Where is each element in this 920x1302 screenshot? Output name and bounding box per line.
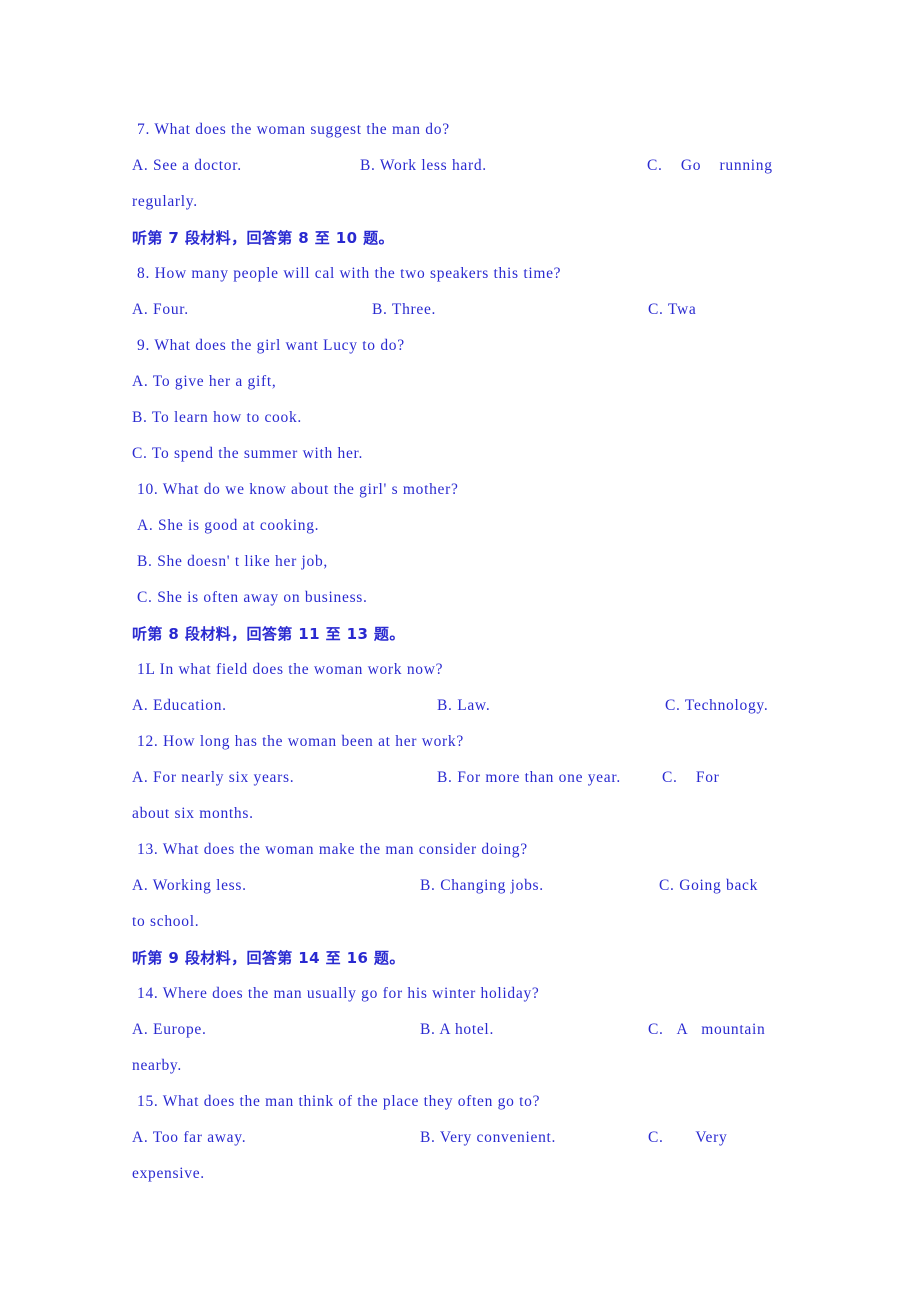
option-a: A. See a doctor. [132, 157, 242, 174]
option-a: A. Too far away. [132, 1129, 247, 1146]
option-b: B. Three. [372, 301, 437, 318]
section-heading-cn: 听第 7 段材料，回答第 8 至 10 题。 [132, 229, 394, 247]
question-stem: 14. Where does the man usually go for hi… [137, 985, 540, 1002]
option-a: A. Europe. [132, 1021, 207, 1038]
option-row: A. Education. B. Law. C. Technology. [132, 688, 790, 724]
option-b: B. She doesn' t like her job, [137, 553, 328, 570]
option-continuation: about six months. [132, 805, 254, 822]
option-b: B. For more than one year. [437, 769, 621, 786]
option-row: A. Working less. B. Changing jobs. C. Go… [132, 868, 790, 904]
option-b: B. Law. [437, 697, 491, 714]
option-b: B. A hotel. [420, 1021, 495, 1038]
option-c: C. For [662, 769, 720, 786]
option-b: B. Work less hard. [360, 157, 487, 174]
option-a: A. She is good at cooking. [137, 517, 320, 534]
option-row: A. For nearly six years. B. For more tha… [132, 760, 790, 796]
option-c: C. She is often away on business. [137, 589, 368, 606]
section-heading-cn: 听第 8 段材料，回答第 11 至 13 题。 [132, 625, 405, 643]
option-c: C. A mountain [648, 1021, 766, 1038]
option-b: B. Changing jobs. [420, 877, 544, 894]
option-row: A. See a doctor. B. Work less hard. C. G… [132, 148, 790, 184]
question-stem: 10. What do we know about the girl' s mo… [137, 481, 459, 498]
option-continuation: expensive. [132, 1165, 205, 1182]
option-c: C. Very [648, 1129, 728, 1146]
document-page: 7. What does the woman suggest the man d… [0, 0, 920, 1302]
option-c: C. Go running [647, 157, 773, 174]
option-a: A. Education. [132, 697, 227, 714]
option-continuation: to school. [132, 913, 200, 930]
question-stem: 12. How long has the woman been at her w… [137, 733, 464, 750]
question-stem: 1L In what field does the woman work now… [137, 661, 444, 678]
option-c: C. Twa [648, 301, 697, 318]
option-c: C. Technology. [665, 697, 769, 714]
option-a: A. Working less. [132, 877, 247, 894]
option-row: A. Four. B. Three. C. Twa [132, 292, 790, 328]
option-b: B. To learn how to cook. [132, 409, 302, 426]
question-stem: 8. How many people will cal with the two… [137, 265, 562, 282]
section-heading-cn: 听第 9 段材料，回答第 14 至 16 题。 [132, 949, 405, 967]
question-stem: 15. What does the man think of the place… [137, 1093, 541, 1110]
option-c: C. Going back [659, 877, 759, 894]
option-b: B. Very convenient. [420, 1129, 557, 1146]
question-stem: 13. What does the woman make the man con… [137, 841, 528, 858]
question-stem: 7. What does the woman suggest the man d… [137, 121, 450, 138]
question-stem: 9. What does the girl want Lucy to do? [137, 337, 405, 354]
option-continuation: nearby. [132, 1057, 182, 1074]
option-a: A. To give her a gift, [132, 373, 277, 390]
option-a: A. Four. [132, 301, 189, 318]
option-a: A. For nearly six years. [132, 769, 295, 786]
option-row: A. Too far away. B. Very convenient. C. … [132, 1120, 790, 1156]
option-row: A. Europe. B. A hotel. C. A mountain [132, 1012, 790, 1048]
option-continuation: regularly. [132, 193, 198, 210]
option-c: C. To spend the summer with her. [132, 445, 364, 462]
